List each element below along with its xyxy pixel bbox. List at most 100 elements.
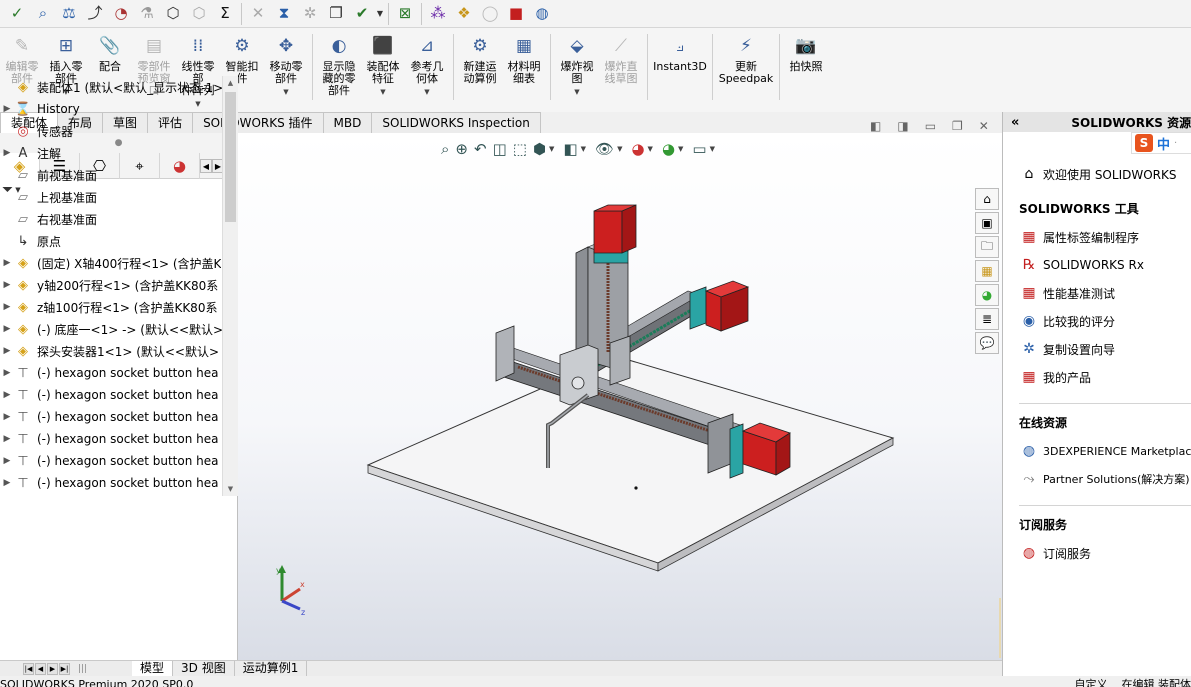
reference-geometry-button[interactable]: ⊿ 参考几 何体 ▼ bbox=[405, 34, 449, 112]
tree-item[interactable]: ▶⊤(-) hexagon socket button hea bbox=[0, 494, 222, 496]
red-square-icon[interactable]: ■ bbox=[504, 2, 528, 26]
bottom-tab-1[interactable]: 3D 视图 bbox=[173, 660, 235, 677]
chevron-down-icon[interactable]: ▼ bbox=[375, 9, 385, 18]
tile-left-icon[interactable]: ◧ bbox=[870, 119, 881, 133]
tree-item[interactable]: ▱ 前视基准面 bbox=[0, 164, 222, 186]
check-icon[interactable]: ⬡ bbox=[161, 2, 185, 26]
task-pane-link[interactable]: ◍ 订阅服务 bbox=[1019, 539, 1191, 567]
appearances-tab[interactable]: ◕ bbox=[975, 284, 999, 306]
design-library-tab[interactable]: ▣ bbox=[975, 212, 999, 234]
scroll-thumb[interactable] bbox=[225, 92, 236, 222]
task-pane-link[interactable]: ▦ 属性标签编制程序 bbox=[1019, 223, 1191, 251]
instant3d-button[interactable]: ⟓ Instant3D bbox=[652, 34, 708, 112]
color-icon[interactable]: ❖ bbox=[452, 2, 476, 26]
exploded-view-button[interactable]: ⬙ 爆炸视 图 ▼ bbox=[555, 34, 599, 112]
tree-item[interactable]: ▶ ◈ y轴200行程<1> (含护盖KK80系 bbox=[0, 274, 222, 296]
copy-icon[interactable]: ❐ bbox=[324, 2, 348, 26]
ime-toolbar[interactable]: S 中 · bbox=[1131, 132, 1191, 154]
chevron-down-icon[interactable]: ▼ bbox=[574, 86, 579, 98]
tree-item[interactable]: ◎ 传感器 bbox=[0, 120, 222, 142]
bom-button[interactable]: ▦ 材料明 细表 bbox=[502, 34, 546, 112]
snapshot-button[interactable]: 📷 拍快照 bbox=[784, 34, 828, 112]
expand-arrow-icon[interactable]: ▶ bbox=[0, 368, 14, 378]
tree-item[interactable]: ▱ 上视基准面 bbox=[0, 186, 222, 208]
z-motor-front[interactable] bbox=[593, 210, 623, 254]
tree-item[interactable]: ▶ A 注解 bbox=[0, 142, 222, 164]
network-icon[interactable]: ✲ bbox=[298, 2, 322, 26]
home-tab[interactable]: ⌂ bbox=[975, 188, 999, 210]
first-tab-button[interactable]: |◀ bbox=[23, 662, 34, 675]
tree-item[interactable]: ↳ 原点 bbox=[0, 230, 222, 252]
task-pane-link[interactable]: ▦ 性能基准测试 bbox=[1019, 279, 1191, 307]
tree-item[interactable]: ▱ 右视基准面 bbox=[0, 208, 222, 230]
expand-arrow-icon[interactable]: ▶ bbox=[0, 324, 14, 334]
new-motion-study-button[interactable]: ⚙ 新建运 动算例 bbox=[458, 34, 502, 112]
expand-arrow-icon[interactable]: ▶ bbox=[0, 148, 14, 158]
globe-icon[interactable]: ◍ bbox=[530, 2, 554, 26]
expand-arrow-icon[interactable]: ▶ bbox=[0, 258, 14, 268]
chevron-down-icon[interactable]: ▼ bbox=[380, 86, 385, 98]
prev-tab-button[interactable]: ◀ bbox=[35, 662, 46, 675]
close-icon[interactable]: ✕ bbox=[979, 119, 989, 133]
assembly-features-button[interactable]: ⬛ 装配体 特征 ▼ bbox=[361, 34, 405, 112]
tree-item[interactable]: ▶⊤(-) hexagon socket button hea bbox=[0, 428, 222, 450]
task-pane-link[interactable]: ◉ 比较我的评分 bbox=[1019, 307, 1191, 335]
tile-right-icon[interactable]: ◨ bbox=[897, 119, 908, 133]
dimxpert-icon[interactable]: ◔ bbox=[109, 2, 133, 26]
ime-more-icon[interactable]: · bbox=[1174, 138, 1177, 149]
explode-icon[interactable]: ✕ bbox=[246, 2, 270, 26]
status-item[interactable]: 自定义 bbox=[1075, 676, 1108, 687]
carriage-block[interactable] bbox=[559, 344, 599, 406]
forum-tab[interactable]: 💬 bbox=[975, 332, 999, 354]
task-pane-link[interactable]: ℞ SOLIDWORKS Rx bbox=[1019, 251, 1191, 279]
mass-properties-icon[interactable]: ⚖ bbox=[57, 2, 81, 26]
custom-properties-tab[interactable]: ≣ bbox=[975, 308, 999, 330]
status-item[interactable]: 在编辑 装配体 bbox=[1122, 676, 1191, 687]
task-pane-link[interactable]: ✲ 复制设置向导 bbox=[1019, 335, 1191, 363]
tree-item[interactable]: ▶ ◈ 探头安装器1<1> (默认<<默认> bbox=[0, 340, 222, 362]
graphics-area[interactable]: ⌕ ⊕ ↶ ◫ ⬚ ⬢ ▼ ◧ ▼ 👁 ▼ ◕ ▼ ◕ ▼ ▭ ▼ x y z bbox=[238, 133, 1002, 660]
section-view-icon[interactable]: ⤴ bbox=[83, 2, 107, 26]
minimize-icon[interactable]: ▭ bbox=[925, 119, 936, 133]
expand-arrow-icon[interactable]: ▶ bbox=[0, 434, 14, 444]
assembly-model[interactable] bbox=[238, 133, 1002, 660]
view-palette-tab[interactable]: ▦ bbox=[975, 260, 999, 282]
task-pane-link[interactable]: ▦ 我的产品 bbox=[1019, 363, 1191, 391]
ime-language[interactable]: 中 bbox=[1157, 134, 1170, 153]
tree-item[interactable]: ▶⊤(-) hexagon socket button hea bbox=[0, 406, 222, 428]
show-hidden-button[interactable]: ◐ 显示隐 藏的零 部件 bbox=[317, 34, 361, 112]
bottom-tab-0[interactable]: 模型 bbox=[132, 660, 174, 677]
symmetry-icon[interactable]: ⧗ bbox=[272, 2, 296, 26]
scroll-up-icon[interactable]: ▲ bbox=[223, 76, 238, 90]
sum-icon[interactable]: Σ bbox=[213, 2, 237, 26]
tree-item[interactable]: ▶ ◈ z轴100行程<1> (含护盖KK80系 bbox=[0, 296, 222, 318]
bottom-tab-2[interactable]: 运动算例1 bbox=[235, 660, 308, 677]
task-pane-link[interactable]: ⤳ Partner Solutions(解决方案) bbox=[1019, 465, 1191, 493]
move-component-button[interactable]: ✥ 移动零 部件 ▼ bbox=[264, 34, 308, 112]
explode-line-sketch-button[interactable]: ⟋ 爆炸直 线草图 bbox=[599, 34, 643, 112]
balance-icon[interactable]: ⚗ bbox=[135, 2, 159, 26]
expand-arrow-icon[interactable]: ▶ bbox=[0, 280, 14, 290]
measure-icon[interactable]: ⌕ bbox=[31, 2, 55, 26]
design-check-icon[interactable]: ⬡ bbox=[187, 2, 211, 26]
collapse-pane-icon[interactable]: « bbox=[1011, 115, 1019, 130]
restore-icon[interactable]: ❐ bbox=[952, 119, 963, 133]
base-plate[interactable] bbox=[366, 355, 895, 564]
expand-arrow-icon[interactable]: ▶ bbox=[0, 456, 14, 466]
tab-5[interactable]: MBD bbox=[322, 112, 373, 133]
tree-item[interactable]: ▶ ⌛ History bbox=[0, 98, 222, 120]
tab-6[interactable]: SOLIDWORKS Inspection bbox=[371, 112, 541, 133]
welcome-link[interactable]: ⌂ 欢迎使用 SOLIDWORKS bbox=[1019, 160, 1191, 188]
last-tab-button[interactable]: ▶| bbox=[59, 662, 70, 675]
task-pane-link[interactable]: ◍ 3DEXPERIENCE Marketplace bbox=[1019, 437, 1191, 465]
tree-item[interactable]: ▶ ◈ (-) 底座一<1> -> (默认<<默认> bbox=[0, 318, 222, 340]
chevron-down-icon[interactable]: ▼ bbox=[283, 86, 288, 98]
expand-arrow-icon[interactable]: ▶ bbox=[0, 302, 14, 312]
expand-arrow-icon[interactable]: ▶ bbox=[0, 412, 14, 422]
tree-item[interactable]: ▶⊤(-) hexagon socket button hea bbox=[0, 472, 222, 494]
expand-arrow-icon[interactable]: ▶ bbox=[0, 104, 14, 114]
file-explorer-tab[interactable]: 🗀 bbox=[975, 236, 999, 258]
chevron-down-icon[interactable]: ▼ bbox=[424, 86, 429, 98]
scroll-down-icon[interactable]: ▼ bbox=[223, 482, 238, 496]
expand-arrow-icon[interactable]: ▶ bbox=[0, 346, 14, 356]
